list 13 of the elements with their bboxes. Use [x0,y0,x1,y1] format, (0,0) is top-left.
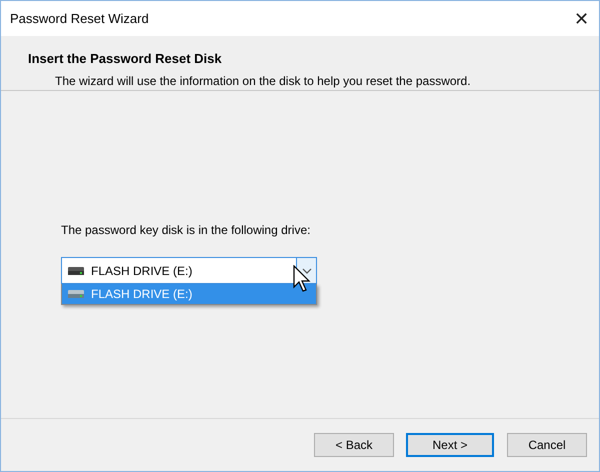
mouse-cursor-icon [293,265,311,293]
wizard-button[interactable]: Next > [406,433,494,457]
drive-select-value: FLASH DRIVE (E:) [91,262,192,280]
wizard-button[interactable]: Cancel [507,433,587,457]
header-subtitle: The wizard will use the information on the disk to help you reset the password. [54,72,472,90]
window-title: Password Reset Wizard [10,10,149,28]
drive-select[interactable]: FLASH DRIVE (E:) [61,257,317,284]
wizard-button[interactable]: < Back [314,433,394,457]
drive-label: The password key disk is in the following drive: [61,222,312,239]
drive-icon [67,266,85,276]
drive-icon [67,289,85,299]
header-title: Insert the Password Reset Disk [28,50,223,68]
close-button[interactable]: ✕ [574,10,589,28]
